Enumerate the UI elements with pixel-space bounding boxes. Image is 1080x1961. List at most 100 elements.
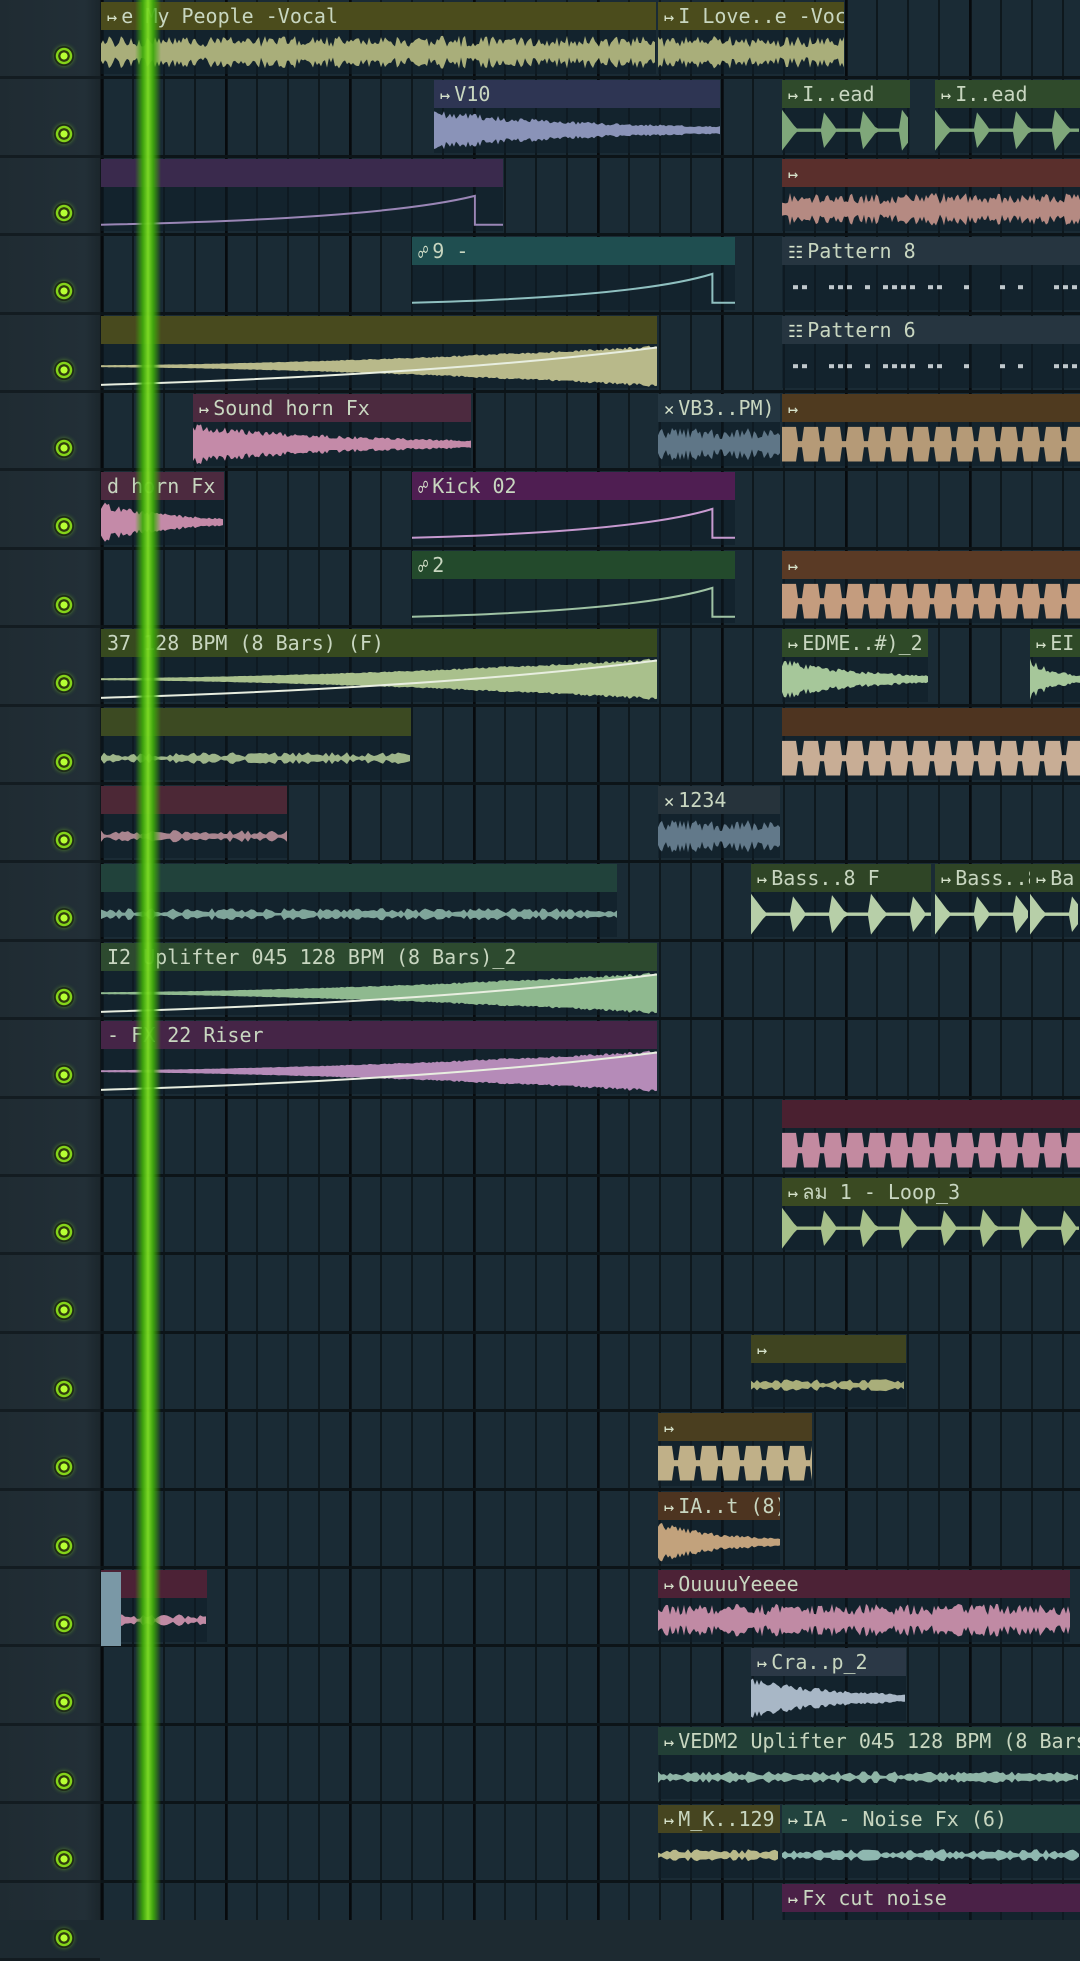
clip-header[interactable]: d horn Fx (101, 472, 224, 501)
playlist-clip[interactable] (101, 864, 617, 937)
track-mute-led-icon[interactable] (54, 1378, 74, 1399)
playlist-clip[interactable]: ↦ IA..t (8) (658, 1491, 780, 1564)
playlist-clip[interactable]: ☍ 9 - (412, 237, 735, 310)
playlist-clip[interactable]: ↦ V10 (434, 80, 720, 153)
clip-header[interactable]: ↦ M_K..129 (658, 1805, 780, 1834)
track-mute-led-icon[interactable] (54, 1927, 74, 1948)
clip-header[interactable]: ↦ OuuuuYeeee (658, 1570, 1070, 1598)
playlist-clip[interactable] (782, 707, 1080, 780)
clip-header[interactable]: ↦ IA..t (8) (658, 1491, 780, 1520)
track-mute-led-icon[interactable] (54, 751, 74, 772)
playlist-clip[interactable]: - FX 22 Riser (101, 1021, 657, 1094)
playlist-clip[interactable]: d horn Fx (101, 472, 224, 545)
playlist-clip[interactable]: ↦ ลม 1 - Loop_3 (782, 1178, 1080, 1251)
clip-header[interactable]: ↦ Sound horn Fx (193, 394, 471, 422)
clip-header[interactable]: ↦ e My People -Vocal (101, 2, 656, 30)
clip-header[interactable]: ↦ EDME..#)_2 (782, 629, 928, 658)
clip-header[interactable] (782, 707, 1080, 736)
track-mute-led-icon[interactable] (54, 1457, 74, 1478)
clip-header[interactable]: ✕ VB3..PM) (658, 394, 780, 422)
clip-header[interactable]: ☍ 9 - (412, 237, 735, 266)
playlist-track-area[interactable]: ↦e My People -Vocal↦I Love..e -Vocal ↦V10… (101, 0, 1080, 1920)
track-mute-led-icon[interactable] (54, 1770, 74, 1791)
playlist-clip[interactable]: ✕ VB3..PM) (658, 394, 780, 467)
clip-header[interactable]: ↦ (658, 1413, 812, 1442)
clip-header[interactable]: ↦ Ba (1030, 864, 1080, 893)
clip-header[interactable]: ↦Bass..8 F (751, 864, 931, 893)
clip-header[interactable]: ☍ Kick 02 (412, 472, 735, 501)
clip-header[interactable]: 37 128 BPM (8 Bars) (F) (101, 629, 657, 658)
clip-header[interactable] (101, 864, 617, 893)
track-mute-led-icon[interactable] (54, 594, 74, 615)
clip-header[interactable]: ↦ VEDM2 Uplifter 045 128 BPM (8 Bars) (658, 1726, 1080, 1755)
clip-header[interactable]: ↦ (782, 550, 1080, 579)
clip-header[interactable] (782, 1099, 1080, 1128)
playback-position-marker[interactable] (135, 0, 161, 1920)
playlist-clip[interactable]: ↦I Love..e -Vocal (658, 2, 844, 75)
playlist-clip[interactable]: ↦Bass..8 F (935, 864, 1030, 937)
playlist-clip[interactable]: ↦ e My People -Vocal (101, 2, 656, 75)
track-mute-led-icon[interactable] (54, 673, 74, 694)
playlist-clip[interactable]: ↦ (782, 394, 1080, 467)
playlist-clip[interactable]: ☷ Pattern 8 (782, 237, 1080, 310)
track-mute-led-icon[interactable] (54, 1300, 74, 1321)
clip-header[interactable]: ✕ 1234 (658, 786, 780, 814)
playlist-clip[interactable]: ↦ (782, 158, 1080, 232)
track-mute-led-icon[interactable] (54, 516, 74, 537)
track-mute-led-icon[interactable] (54, 1065, 74, 1086)
clip-header[interactable]: ↦ Fx cut noise (782, 1883, 1080, 1912)
track-mute-led-icon[interactable] (54, 908, 74, 929)
clip-header[interactable]: ↦ (782, 394, 1080, 422)
clip-header[interactable]: ↦Bass..8 F (935, 864, 1030, 893)
playlist-clip[interactable]: ✕ 1234 (658, 786, 780, 859)
playlist-clip[interactable]: ↦ Ba (1030, 864, 1080, 937)
track-mute-led-icon[interactable] (54, 1143, 74, 1164)
track-mute-led-icon[interactable] (54, 202, 74, 223)
playlist-clip[interactable]: ↦ I..ead (782, 80, 910, 153)
track-mute-led-icon[interactable] (54, 281, 74, 302)
playlist-clip[interactable] (101, 158, 503, 232)
playlist-clip[interactable]: ↦ (658, 1413, 812, 1486)
track-mute-led-icon[interactable] (54, 1692, 74, 1713)
playlist-clip[interactable]: 37 128 BPM (8 Bars) (F) (101, 629, 657, 702)
clip-header[interactable]: ↦ ลม 1 - Loop_3 (782, 1178, 1080, 1206)
playlist-clip[interactable]: ↦Bass..8 F (751, 864, 931, 937)
playlist-clip[interactable]: ↦ EDME..#)_2 (782, 629, 928, 702)
playlist-clip[interactable]: ↦ OuuuuYeeee (658, 1570, 1070, 1643)
clip-header[interactable]: ↦ Cra..p_2 (751, 1648, 906, 1677)
track-mute-led-icon[interactable] (54, 1222, 74, 1242)
playlist-clip[interactable]: ↦ Sound horn Fx (193, 394, 471, 467)
playlist-clip[interactable] (101, 315, 657, 388)
playlist-clip[interactable]: I2 Uplifter 045 128 BPM (8 Bars)_2 (101, 942, 657, 1016)
clip-header[interactable]: ↦ I..ead (935, 80, 1080, 109)
track-mute-led-icon[interactable] (54, 986, 74, 1007)
playlist-clip[interactable] (101, 786, 287, 859)
playlist-clip[interactable]: ↦ I..ead (935, 80, 1080, 153)
playlist-clip[interactable]: ↦ EI (1030, 629, 1080, 702)
track-mute-led-icon[interactable] (54, 1849, 74, 1870)
clip-header[interactable]: ↦I Love..e -Vocal (658, 2, 844, 30)
playlist-clip[interactable]: ↦ Fx cut noise (782, 1883, 1080, 1920)
clip-header[interactable]: ↦ V10 (434, 80, 720, 109)
clip-header[interactable] (101, 786, 287, 814)
clip-header[interactable]: ↦ IA - Noise Fx (6) (782, 1805, 1080, 1834)
clip-header[interactable]: - FX 22 Riser (101, 1021, 657, 1050)
playlist-clip[interactable]: ↦ (782, 550, 1080, 624)
clip-header[interactable] (101, 315, 657, 344)
clip-header[interactable]: ↦ (782, 158, 1080, 187)
track-mute-led-icon[interactable] (54, 46, 74, 66)
playlist-clip[interactable]: ↦ VEDM2 Uplifter 045 128 BPM (8 Bars) (658, 1726, 1080, 1800)
clip-header[interactable]: I2 Uplifter 045 128 BPM (8 Bars)_2 (101, 942, 657, 971)
track-mute-led-icon[interactable] (54, 1535, 74, 1556)
playlist-clip[interactable]: ↦ (751, 1334, 906, 1408)
clip-header[interactable]: ↦ (751, 1334, 906, 1363)
playlist-clip[interactable]: ↦ Cra..p_2 (751, 1648, 906, 1721)
playlist-clip[interactable]: ☷ Pattern 6 (782, 315, 1080, 388)
clip-header[interactable]: ↦ I..ead (782, 80, 910, 109)
clip-header[interactable]: ☷ Pattern 8 (782, 237, 1080, 266)
playlist-clip[interactable]: ☍ 2 (412, 550, 735, 624)
playlist-clip[interactable]: ↦ M_K..129 (658, 1805, 780, 1878)
track-mute-led-icon[interactable] (54, 124, 74, 145)
track-mute-led-icon[interactable] (54, 438, 74, 458)
clip-header[interactable]: ☷ Pattern 6 (782, 315, 1080, 344)
